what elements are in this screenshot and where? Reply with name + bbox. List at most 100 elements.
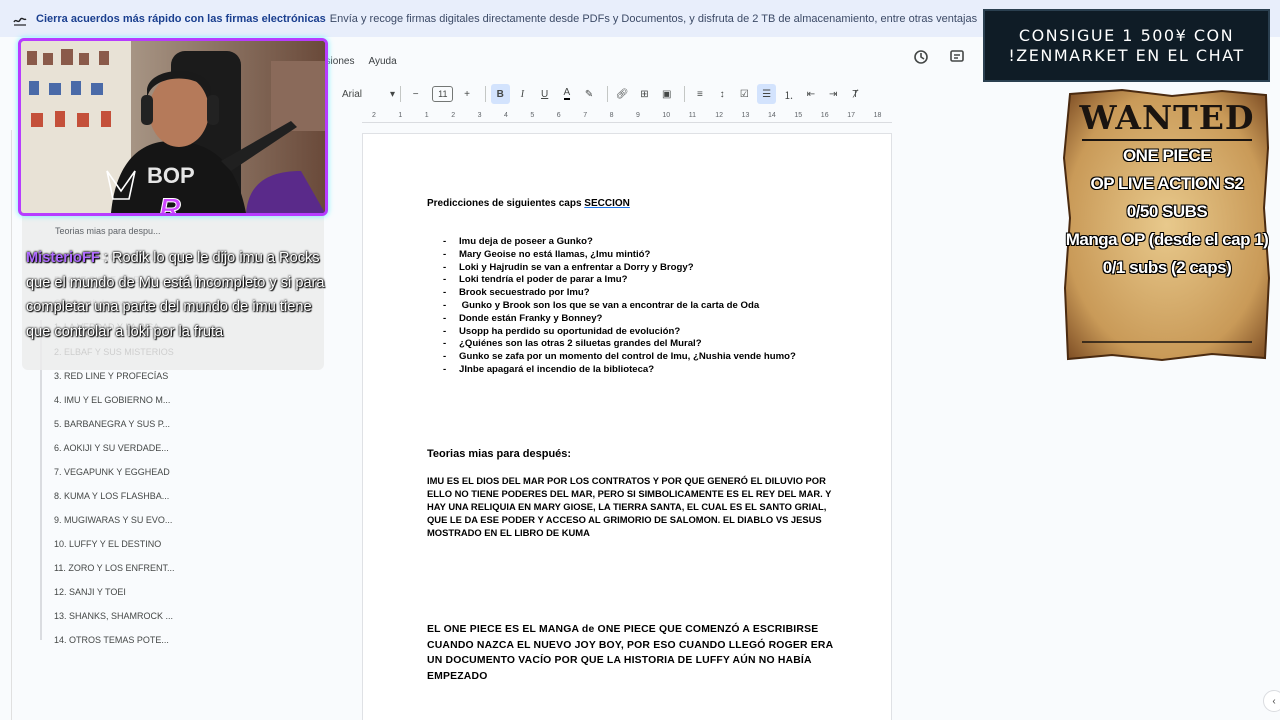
- outline-item[interactable]: 13. SHANKS, SHAMROCK ...: [54, 611, 173, 621]
- decrease-font-size-button[interactable]: −: [406, 84, 425, 104]
- outline-item[interactable]: 4. IMU Y EL GOBIERNO M...: [54, 395, 170, 405]
- history-icon[interactable]: [912, 48, 930, 66]
- increase-font-size-button[interactable]: +: [457, 84, 476, 104]
- signature-icon: [13, 17, 27, 26]
- menu-help[interactable]: Ayuda: [368, 56, 396, 67]
- prediction-item: - Mary Geoise no está llamas, ¿Imu mintió…: [427, 249, 796, 262]
- prediction-item: - Usopp ha perdido su oportunidad de evol…: [427, 326, 796, 339]
- chevron-down-icon[interactable]: ▾: [390, 89, 395, 100]
- prediction-item: - Brook secuestrado por Imu?: [427, 287, 796, 300]
- ruler-tick: 10: [662, 112, 671, 119]
- bullet-marker: -: [443, 338, 447, 350]
- doc-heading-section: SECCION: [584, 198, 630, 209]
- ruler-tick: 3: [477, 112, 482, 119]
- wanted-poster: WANTED ONE PIECE OP LIVE ACTION S2 0/50 …: [1062, 88, 1272, 362]
- doc-heading: Predicciones de siguientes caps SECCION: [427, 198, 630, 209]
- ruler-tick: 2: [451, 112, 456, 119]
- outline-item[interactable]: 9. MUGIWARAS Y SU EVO...: [54, 515, 172, 525]
- toolbar-divider: [606, 86, 608, 102]
- prediction-item: - ¿Quiénes son las otras 2 siluetas grand…: [427, 338, 796, 351]
- webcam-overlay: BOP R: [18, 38, 328, 216]
- banner-title: Cierra acuerdos más rápido con las firma…: [36, 12, 326, 25]
- increase-indent-icon[interactable]: ⇥: [824, 84, 843, 104]
- prediction-text: Mary Geoise no está llamas, ¿Imu mintió?: [459, 248, 651, 260]
- chat-username: MisterioFF: [26, 250, 100, 266]
- goal-line-1: ONE PIECE: [1122, 146, 1212, 165]
- predictions-list: - Imu deja de poseer a Gunko? - Mary Geoise…: [427, 236, 796, 377]
- prediction-item: - Gunko y Brook son los que se van a enc…: [427, 300, 796, 313]
- prediction-text: JInbe apagará el incendio de la bibliote…: [459, 363, 655, 375]
- comment-icon[interactable]: [948, 48, 966, 66]
- goal-line-4: Manga OP (desde el cap 1): [1065, 230, 1269, 249]
- ruler-tick: 1: [424, 112, 429, 119]
- italic-button[interactable]: I: [513, 84, 532, 104]
- chat-message: MisterioFF : Rodik lo que le dijo imu a …: [26, 246, 326, 344]
- bullet-marker: -: [443, 351, 447, 363]
- chat-overlay: Teorias mias para despu... MisterioFF : …: [22, 216, 326, 370]
- wanted-title: WANTED: [1079, 98, 1255, 137]
- document-page[interactable]: Predicciones de siguientes caps SECCION …: [362, 133, 892, 720]
- prediction-text: Loki y Hajrudin se van a enfrentar a Dor…: [459, 261, 694, 273]
- horizontal-ruler[interactable]: 2 1 1 2 3 4 5 6 7 8 9 10 11 12 13 14 15 16 17 18: [362, 111, 892, 123]
- doc-heading-text: Predicciones de siguientes caps: [427, 198, 585, 209]
- outline-item[interactable]: 12. SANJI Y TOEI: [54, 587, 126, 597]
- underline-button[interactable]: U: [535, 84, 554, 104]
- outline-item[interactable]: 5. BARBANEGRA Y SUS P...: [54, 419, 170, 429]
- prediction-text: Usopp ha perdido su oportunidad de evolu…: [459, 325, 681, 337]
- vertical-ruler[interactable]: [0, 130, 12, 720]
- checklist-icon[interactable]: ☑: [735, 84, 754, 104]
- bullet-marker: -: [443, 287, 447, 299]
- ruler-tick: 6: [556, 112, 561, 119]
- line-spacing-icon[interactable]: ↕: [713, 84, 732, 104]
- outline-item[interactable]: 7. VEGAPUNK Y EGGHEAD: [54, 467, 170, 477]
- bullet-marker: -: [443, 325, 447, 337]
- ruler-tick: 11: [688, 112, 697, 119]
- ruler-tick: 7: [583, 112, 588, 119]
- font-select[interactable]: Arial: [328, 89, 390, 100]
- bullet-marker: -: [443, 312, 447, 324]
- text-color-button[interactable]: A: [557, 84, 576, 104]
- font-size-input[interactable]: 11: [432, 86, 454, 102]
- expand-side-panel-button[interactable]: ‹: [1263, 690, 1280, 712]
- ruler-tick: 4: [504, 112, 508, 119]
- outline-item[interactable]: 3. RED LINE Y PROFECÍAS: [54, 371, 168, 381]
- prediction-item: - Loki y Hajrudin se van a enfrentar a Do…: [427, 262, 796, 275]
- ruler-tick: 12: [715, 112, 723, 119]
- clear-formatting-icon[interactable]: Ⱦ: [846, 84, 865, 104]
- link-icon[interactable]: 🔗︎: [613, 84, 632, 104]
- prediction-item: - Imu deja de poseer a Gunko?: [427, 236, 796, 249]
- decrease-indent-icon[interactable]: ⇤: [801, 84, 820, 104]
- add-comment-icon[interactable]: ⊞: [635, 84, 654, 104]
- bulleted-list-icon[interactable]: ☰: [756, 84, 777, 104]
- prediction-text: Gunko se zafa por un momento del control…: [459, 351, 796, 363]
- outline-item[interactable]: 14. OTROS TEMAS POTE...: [54, 635, 169, 645]
- outline-item[interactable]: 10. LUFFY Y EL DESTINO: [54, 539, 161, 549]
- toolbar-divider: [684, 86, 686, 102]
- teorias-heading: Teorias mias para después:: [427, 448, 572, 460]
- theory-paragraph: IMU ES EL DIOS DEL MAR POR LOS CONTRATOS…: [427, 475, 832, 538]
- menu-bar: nsiones Ayuda: [320, 56, 397, 67]
- promo-line-1: CONSIGUE 1 500¥ CON: [1018, 25, 1235, 45]
- bullet-marker: -: [443, 236, 447, 247]
- ruler-tick: 13: [741, 112, 750, 119]
- outline-item[interactable]: 6. AOKIJI Y SU VERDADE...: [54, 443, 169, 453]
- image-icon[interactable]: ▣: [657, 84, 676, 104]
- outline-item[interactable]: 8. KUMA Y LOS FLASHBA...: [54, 491, 169, 501]
- toolbar-divider: [484, 86, 486, 102]
- prediction-text: Donde están Franky y Bonney?: [459, 312, 603, 324]
- align-icon[interactable]: ≡: [690, 84, 709, 104]
- ruler-tick: 15: [794, 112, 803, 119]
- prediction-item: - Gunko se zafa por un momento del contro…: [427, 351, 796, 364]
- outline-item[interactable]: 11. ZORO Y LOS ENFRENT...: [54, 563, 175, 573]
- shirt-text: BOP: [147, 163, 195, 188]
- goal-line-3: 0/50 SUBS: [1126, 202, 1208, 221]
- one-piece-paragraph: EL ONE PIECE ES EL MANGA de ONE PIECE QU…: [427, 624, 833, 682]
- prediction-text: ¿Quiénes son las otras 2 siluetas grande…: [459, 338, 702, 350]
- ruler-tick: 2: [372, 112, 376, 119]
- bold-button[interactable]: B: [490, 84, 510, 104]
- highlight-icon[interactable]: ✎: [580, 84, 599, 104]
- formatting-toolbar: Arial ▾ − 11 + B I U A ✎ 🔗︎ ⊞ ▣ ≡ ↕ ☑ ☰ …: [328, 83, 868, 105]
- ruler-tick: 14: [768, 112, 776, 119]
- numbered-list-icon[interactable]: ⒈: [779, 84, 798, 104]
- goal-line-5: 0/1 subs (2 caps): [1102, 258, 1232, 277]
